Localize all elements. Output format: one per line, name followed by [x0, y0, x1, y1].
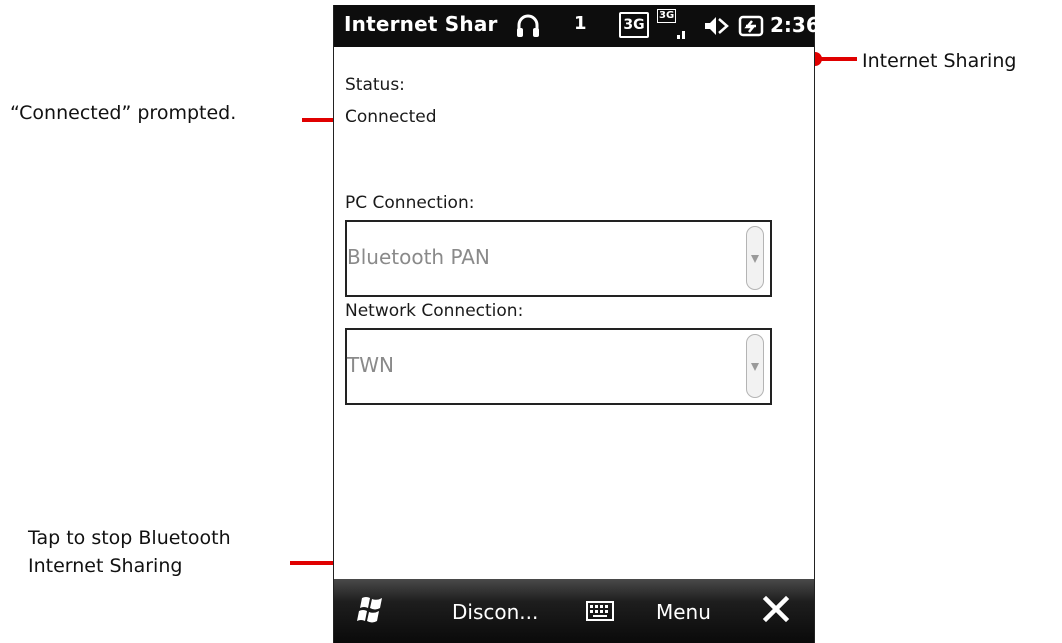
network-connection-value: TWN [347, 353, 394, 377]
keyboard-icon[interactable] [586, 601, 614, 625]
status-bar[interactable]: Internet Shar 1 3G 3G 2:36 [334, 5, 820, 47]
pc-connection-dropdown[interactable]: Bluetooth PAN [345, 220, 772, 297]
callout-connected-prompted: “Connected” prompted. [10, 102, 237, 124]
speaker-muted-icon [703, 14, 729, 42]
callout-tap-to-stop: Tap to stop Bluetooth Internet Sharing [28, 524, 231, 580]
phone-screen: Internet Shar 1 3G 3G 2:36 Status: Conne… [333, 5, 820, 643]
callout-tap-line2: Internet Sharing [28, 555, 183, 577]
windows-start-icon[interactable] [356, 595, 388, 629]
softkey-bar: Discon... Menu [334, 579, 814, 643]
battery-charging-icon [738, 14, 766, 42]
network-type-icon: 3G [619, 12, 649, 38]
menu-softkey[interactable]: Menu [656, 600, 711, 624]
status-label: Status: [345, 75, 405, 95]
callout-tap-line1: Tap to stop Bluetooth [28, 527, 231, 549]
chevron-down-icon[interactable] [746, 334, 764, 398]
line-indicator: 1 [574, 13, 587, 34]
headset-icon [515, 13, 541, 43]
status-value: Connected [345, 107, 437, 127]
disconnect-softkey[interactable]: Discon... [452, 600, 538, 624]
pc-connection-label: PC Connection: [345, 193, 475, 213]
network-connection-label: Network Connection: [345, 301, 524, 321]
signal-strength-icon: 3G [657, 9, 691, 43]
chevron-down-icon[interactable] [746, 226, 764, 290]
status-bar-title[interactable]: Internet Shar [344, 12, 498, 36]
callout-internet-sharing: Internet Sharing [862, 50, 1017, 72]
clock[interactable]: 2:36 [770, 13, 820, 37]
close-icon[interactable] [760, 593, 792, 629]
pc-connection-value: Bluetooth PAN [347, 245, 490, 269]
network-connection-dropdown[interactable]: TWN [345, 328, 772, 405]
